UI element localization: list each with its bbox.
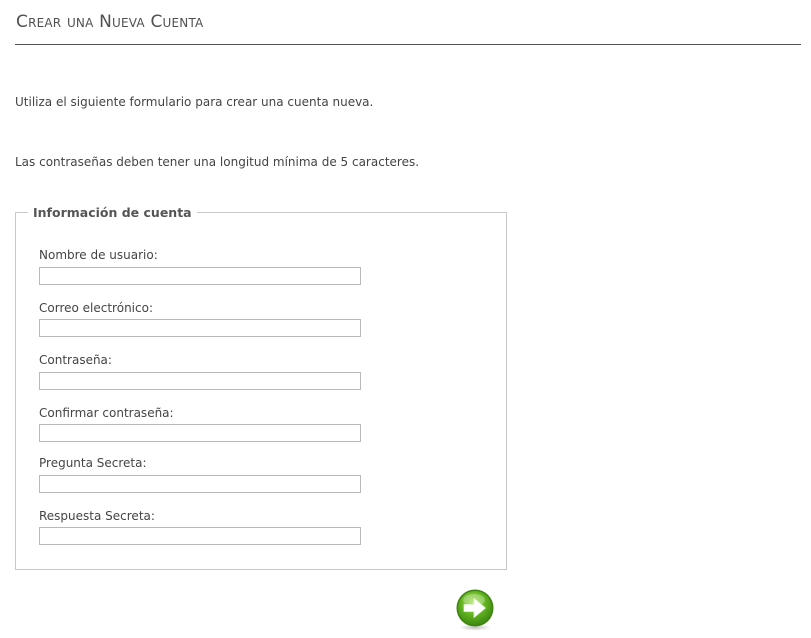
page-title: Crear una Nueva Cuenta (16, 12, 204, 32)
secret-question-input[interactable] (39, 475, 361, 493)
password-label: Contraseña: (39, 353, 112, 367)
username-label: Nombre de usuario: (39, 248, 158, 262)
submit-button[interactable] (455, 589, 495, 631)
email-label: Correo electrónico: (39, 301, 153, 315)
confirm-password-label: Confirmar contraseña: (39, 406, 174, 420)
secret-question-label: Pregunta Secreta: (39, 456, 147, 470)
secret-answer-input[interactable] (39, 527, 361, 545)
title-divider (15, 44, 801, 45)
intro-text: Utiliza el siguiente formulario para cre… (15, 95, 374, 109)
email-input[interactable] (39, 319, 361, 337)
username-input[interactable] (39, 267, 361, 285)
password-input[interactable] (39, 372, 361, 390)
password-requirement-text: Las contraseñas deben tener una longitud… (15, 155, 420, 169)
account-info-legend: Información de cuenta (33, 205, 192, 220)
secret-answer-label: Respuesta Secreta: (39, 509, 155, 523)
arrow-right-icon (456, 589, 494, 631)
confirm-password-input[interactable] (39, 424, 361, 442)
